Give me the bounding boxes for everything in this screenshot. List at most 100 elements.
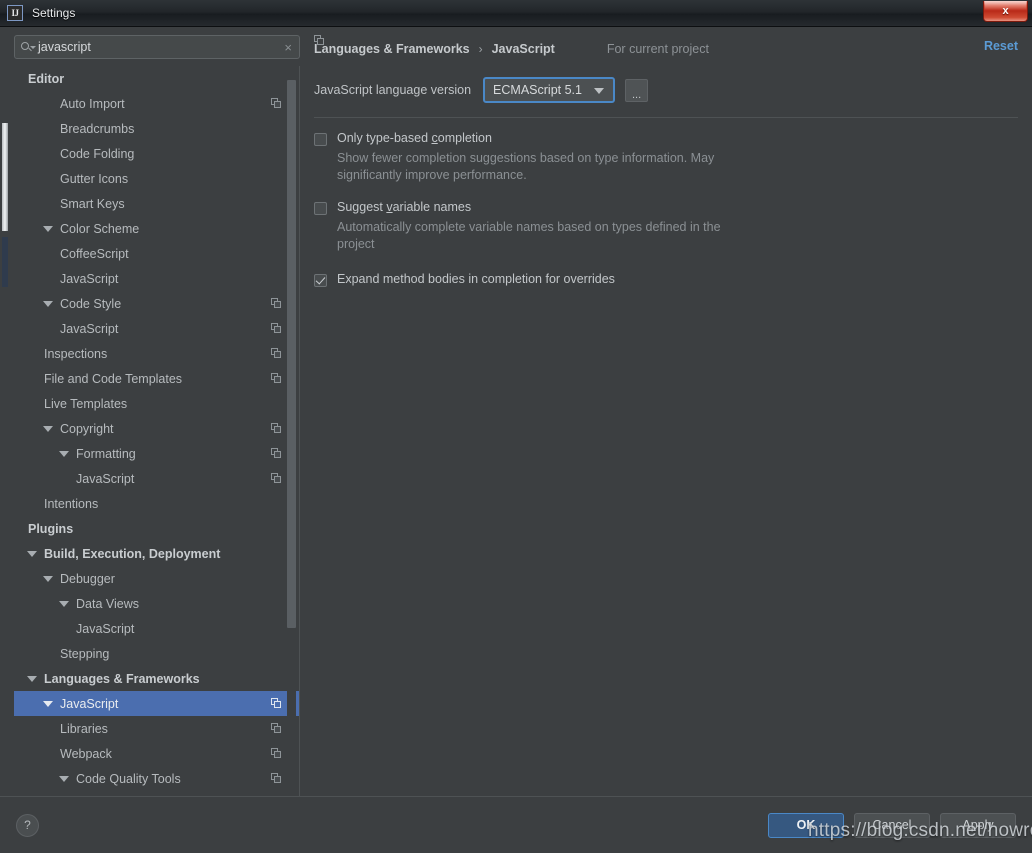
language-version-select[interactable]: ECMAScript 5.1 (483, 77, 616, 103)
sidebar-item-live-templates[interactable]: Live Templates (14, 391, 300, 416)
sidebar-item-label: Copyright (60, 421, 114, 436)
sidebar-item-label: Auto Import (60, 96, 125, 111)
language-version-more-button[interactable]: ... (625, 78, 649, 102)
option-row[interactable]: Only type-based completion (314, 131, 1018, 146)
language-version-value: ECMAScript 5.1 (493, 83, 582, 97)
option-label: Only type-based completion (337, 131, 492, 145)
sidebar-item-label: CoffeeScript (60, 246, 129, 261)
sidebar-item-label: Debugger (60, 571, 115, 586)
expand-arrow-icon[interactable] (27, 550, 37, 557)
sidebar-item-code-quality-tools[interactable]: Code Quality Tools (14, 766, 300, 791)
sidebar-item-label: Webpack (60, 746, 112, 761)
ok-button[interactable]: OK (768, 812, 844, 838)
project-settings-icon (271, 698, 282, 709)
expand-arrow-icon[interactable] (27, 675, 37, 682)
sidebar-item-breadcrumbs[interactable]: Breadcrumbs (14, 116, 300, 141)
option-label-pre: Suggest (337, 200, 387, 214)
sidebar-item-intentions[interactable]: Intentions (14, 491, 300, 516)
sidebar-item-debugger[interactable]: Debugger (14, 566, 300, 591)
option-row[interactable]: Expand method bodies in completion for o… (314, 272, 1018, 287)
option-checkbox[interactable] (314, 202, 327, 215)
sidebar-item-file-and-code-templates[interactable]: File and Code Templates (14, 366, 300, 391)
project-settings-icon (271, 748, 282, 759)
sidebar-item-plugins[interactable]: Plugins (14, 516, 300, 541)
expand-arrow-icon[interactable] (43, 700, 53, 707)
expand-arrow-icon[interactable] (43, 575, 53, 582)
expand-arrow-icon[interactable] (59, 600, 69, 607)
dialog-footer: ? OK Cancel Apply (0, 796, 1032, 853)
option-description: Automatically complete variable names ba… (337, 220, 721, 251)
tree-scrollbar[interactable] (287, 66, 296, 796)
breadcrumb-parent[interactable]: Languages & Frameworks (314, 42, 470, 56)
sidebar-item-label: Stepping (60, 646, 110, 661)
sidebar-divider (299, 66, 300, 796)
project-settings-icon (271, 323, 282, 334)
section-divider (314, 117, 1018, 118)
sidebar-item-inspections[interactable]: Inspections (14, 341, 300, 366)
search-input[interactable]: javascript × (14, 35, 300, 59)
project-settings-icon (271, 448, 282, 459)
option-checkbox[interactable] (314, 133, 327, 146)
sidebar-item-label: JavaScript (76, 471, 135, 486)
project-scope-icon (314, 35, 602, 55)
sidebar-item-label: Code Style (60, 296, 122, 311)
sidebar-item-code-style[interactable]: Code Style (14, 291, 300, 316)
reset-link[interactable]: Reset (984, 39, 1018, 53)
language-version-row: JavaScript language version ECMAScript 5… (314, 77, 1018, 103)
sidebar-item-label: Data Views (76, 596, 139, 611)
expand-arrow-icon[interactable] (43, 225, 53, 232)
sidebar-item-label: Libraries (60, 721, 108, 736)
cancel-button[interactable]: Cancel (854, 812, 930, 838)
sidebar-item-build-execution-deployment[interactable]: Build, Execution, Deployment (14, 541, 300, 566)
option-checkbox[interactable] (314, 274, 327, 287)
options-list: Only type-based completion Show fewer com… (314, 131, 1018, 287)
window-title: Settings (32, 6, 76, 20)
expand-arrow-icon[interactable] (59, 450, 69, 457)
sidebar-item-editor[interactable]: Editor (14, 66, 300, 91)
settings-tree: Editor Auto Import Breadcrumbs Code Folding… (14, 66, 300, 796)
sidebar-item-webpack[interactable]: Webpack (14, 741, 300, 766)
project-settings-icon (271, 473, 282, 484)
sidebar-item-libraries[interactable]: Libraries (14, 716, 300, 741)
sidebar-item-coffeescript[interactable]: CoffeeScript (14, 241, 300, 266)
sidebar-item-javascript[interactable]: JavaScript (14, 316, 300, 341)
sidebar-item-code-folding[interactable]: Code Folding (14, 141, 300, 166)
title-bar: IJ Settings x (0, 0, 1032, 27)
sidebar-item-javascript[interactable]: JavaScript (14, 466, 300, 491)
sidebar-item-label: Color Scheme (60, 221, 140, 236)
sidebar-item-javascript[interactable]: JavaScript (14, 691, 300, 716)
sidebar-item-formatting[interactable]: Formatting (14, 441, 300, 466)
expand-arrow-icon[interactable] (43, 300, 53, 307)
sidebar-item-languages-frameworks[interactable]: Languages & Frameworks (14, 666, 300, 691)
sidebar-item-color-scheme[interactable]: Color Scheme (14, 216, 300, 241)
sidebar-item-label: File and Code Templates (44, 371, 183, 386)
option-label: Suggest variable names (337, 200, 471, 214)
sidebar-item-label: Languages & Frameworks (44, 671, 200, 686)
sidebar-item-label: JavaScript (60, 696, 119, 711)
clear-search-icon[interactable]: × (283, 41, 293, 54)
sidebar-item-copyright[interactable]: Copyright (14, 416, 300, 441)
sidebar-item-label: Plugins (28, 521, 74, 536)
option-row[interactable]: Suggest variable names (314, 200, 1018, 215)
apply-button[interactable]: Apply (940, 812, 1016, 838)
breadcrumb-separator-icon: › (478, 42, 483, 56)
option-label-pre: Only type-based (337, 131, 432, 145)
sidebar-item-smart-keys[interactable]: Smart Keys (14, 191, 300, 216)
sidebar-item-javascript[interactable]: JavaScript (14, 266, 300, 291)
settings-sidebar: javascript × Editor Auto Import Breadcrumb… (14, 35, 300, 796)
sidebar-item-label: JavaScript (60, 271, 119, 286)
settings-window: IJ Settings x javascript × Editor Auto Im… (0, 0, 1032, 853)
sidebar-item-javascript[interactable]: JavaScript (14, 616, 300, 641)
expand-arrow-icon[interactable] (59, 775, 69, 782)
expand-arrow-icon[interactable] (43, 425, 53, 432)
sidebar-item-gutter-icons[interactable]: Gutter Icons (14, 166, 300, 191)
project-settings-icon (271, 373, 282, 384)
sidebar-item-label: Gutter Icons (60, 171, 129, 186)
sidebar-item-auto-import[interactable]: Auto Import (14, 91, 300, 116)
sidebar-item-stepping[interactable]: Stepping (14, 641, 300, 666)
sidebar-item-data-views[interactable]: Data Views (14, 591, 300, 616)
help-icon[interactable]: ? (16, 813, 39, 837)
sidebar-item-label: JavaScript (60, 321, 119, 336)
close-icon[interactable]: x (983, 1, 1028, 22)
option-label: Expand method bodies in completion for o… (337, 272, 615, 286)
